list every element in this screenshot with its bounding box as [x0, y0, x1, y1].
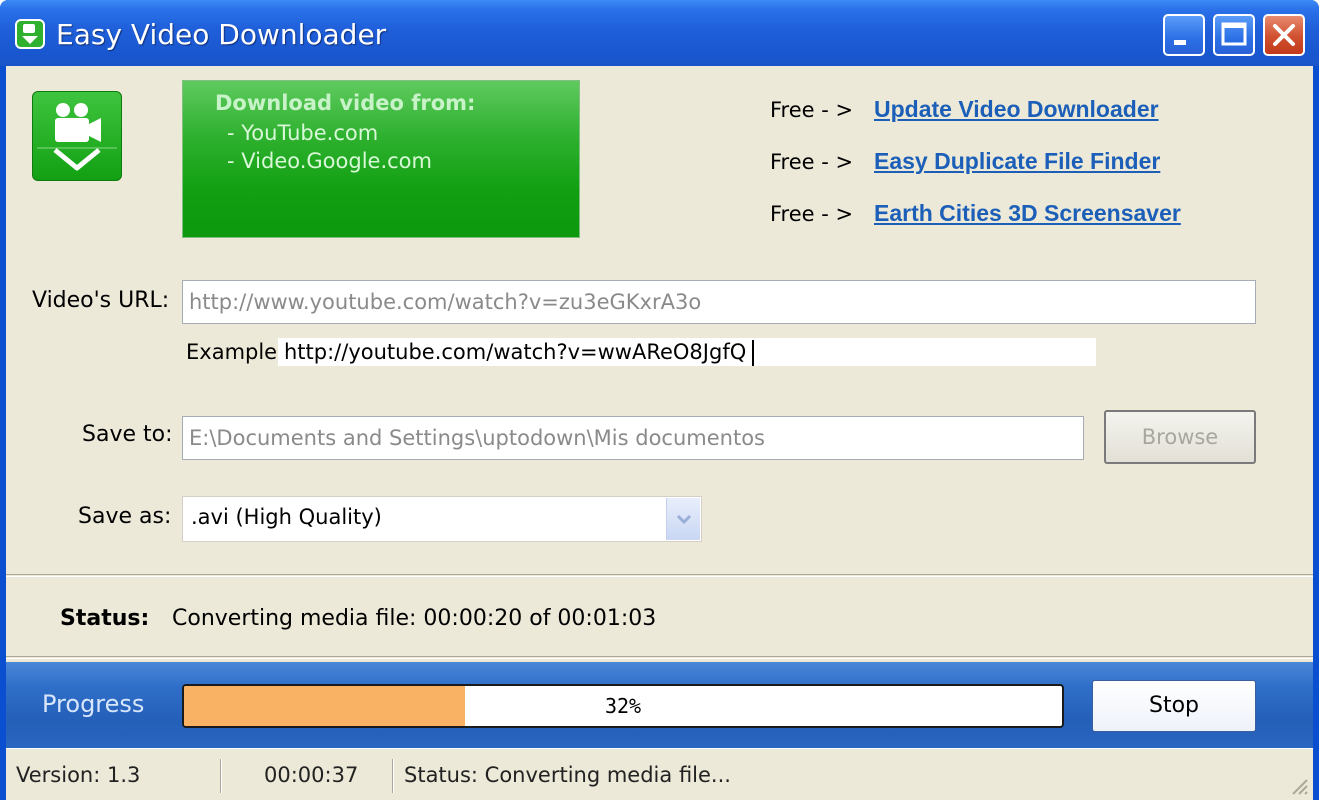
sources-banner: Download video from: - YouTube.com - Vid…	[182, 80, 580, 238]
status-label: Status:	[60, 606, 150, 631]
save-as-dropdown[interactable]: .avi (High Quality)	[182, 496, 702, 542]
progress-percent: 32%	[604, 694, 642, 718]
easy-duplicate-file-finder-link[interactable]: Easy Duplicate File Finder	[874, 148, 1160, 175]
title-bar[interactable]: Easy Video Downloader	[0, 0, 1319, 66]
video-url-label: Video's URL:	[32, 288, 170, 313]
free-prefix: Free - >	[770, 150, 854, 174]
window-title: Easy Video Downloader	[56, 18, 387, 51]
main-panel: Download video from: - YouTube.com - Vid…	[6, 66, 1313, 800]
statusbar-status: Status: Converting media file...	[404, 763, 731, 787]
text-caret	[752, 340, 754, 366]
divider	[6, 574, 1313, 577]
chevron-down-icon	[676, 514, 692, 525]
update-video-downloader-link[interactable]: Update Video Downloader	[874, 96, 1159, 123]
status-text: Converting media file: 00:00:20 of 00:01…	[172, 606, 657, 631]
example-label: Example:	[186, 340, 285, 364]
resize-grip-icon[interactable]	[1289, 776, 1309, 796]
free-prefix: Free - >	[770, 98, 854, 122]
example-url-value: http://youtube.com/watch?v=wwAReO8JgfQ	[284, 340, 747, 364]
elapsed-time: 00:00:37	[264, 763, 359, 787]
status-bar: Version: 1.3 00:00:37 Status: Converting…	[6, 748, 1313, 800]
banner-source-youtube: - YouTube.com	[227, 121, 379, 145]
minimize-icon	[1174, 40, 1186, 45]
version-text: Version: 1.3	[16, 763, 141, 787]
banner-title: Download video from:	[215, 91, 476, 115]
progress-label: Progress	[42, 690, 145, 718]
earth-cities-screensaver-link[interactable]: Earth Cities 3D Screensaver	[874, 200, 1181, 227]
banner-source-google: - Video.Google.com	[227, 149, 432, 173]
divider	[6, 656, 1313, 659]
progress-bar: 32%	[182, 684, 1064, 728]
maximize-button[interactable]	[1213, 14, 1255, 56]
save-as-value: .avi (High Quality)	[191, 505, 382, 529]
video-download-icon	[15, 19, 45, 49]
minimize-button[interactable]	[1163, 14, 1205, 56]
stop-button[interactable]: Stop	[1092, 680, 1256, 732]
maximize-icon	[1221, 22, 1247, 46]
video-url-input[interactable]: http://www.youtube.com/watch?v=zu3eGKxrA…	[182, 280, 1256, 324]
save-to-input[interactable]: E:\Documents and Settings\uptodown\Mis d…	[182, 416, 1084, 460]
close-button[interactable]	[1263, 14, 1305, 56]
app-logo	[32, 91, 122, 181]
dropdown-arrow-button[interactable]	[666, 498, 700, 540]
browse-button[interactable]: Browse	[1104, 410, 1256, 464]
free-prefix: Free - >	[770, 202, 854, 226]
progress-panel: Progress 32% Stop	[6, 662, 1313, 748]
video-camera-icon	[37, 103, 117, 171]
close-icon	[1273, 24, 1295, 46]
statusbar-divider	[220, 759, 222, 793]
save-to-label: Save to:	[82, 422, 173, 447]
statusbar-divider	[392, 759, 394, 793]
app-window: Easy Video Downloader Download video fro…	[0, 0, 1319, 800]
save-as-label: Save as:	[78, 504, 172, 529]
